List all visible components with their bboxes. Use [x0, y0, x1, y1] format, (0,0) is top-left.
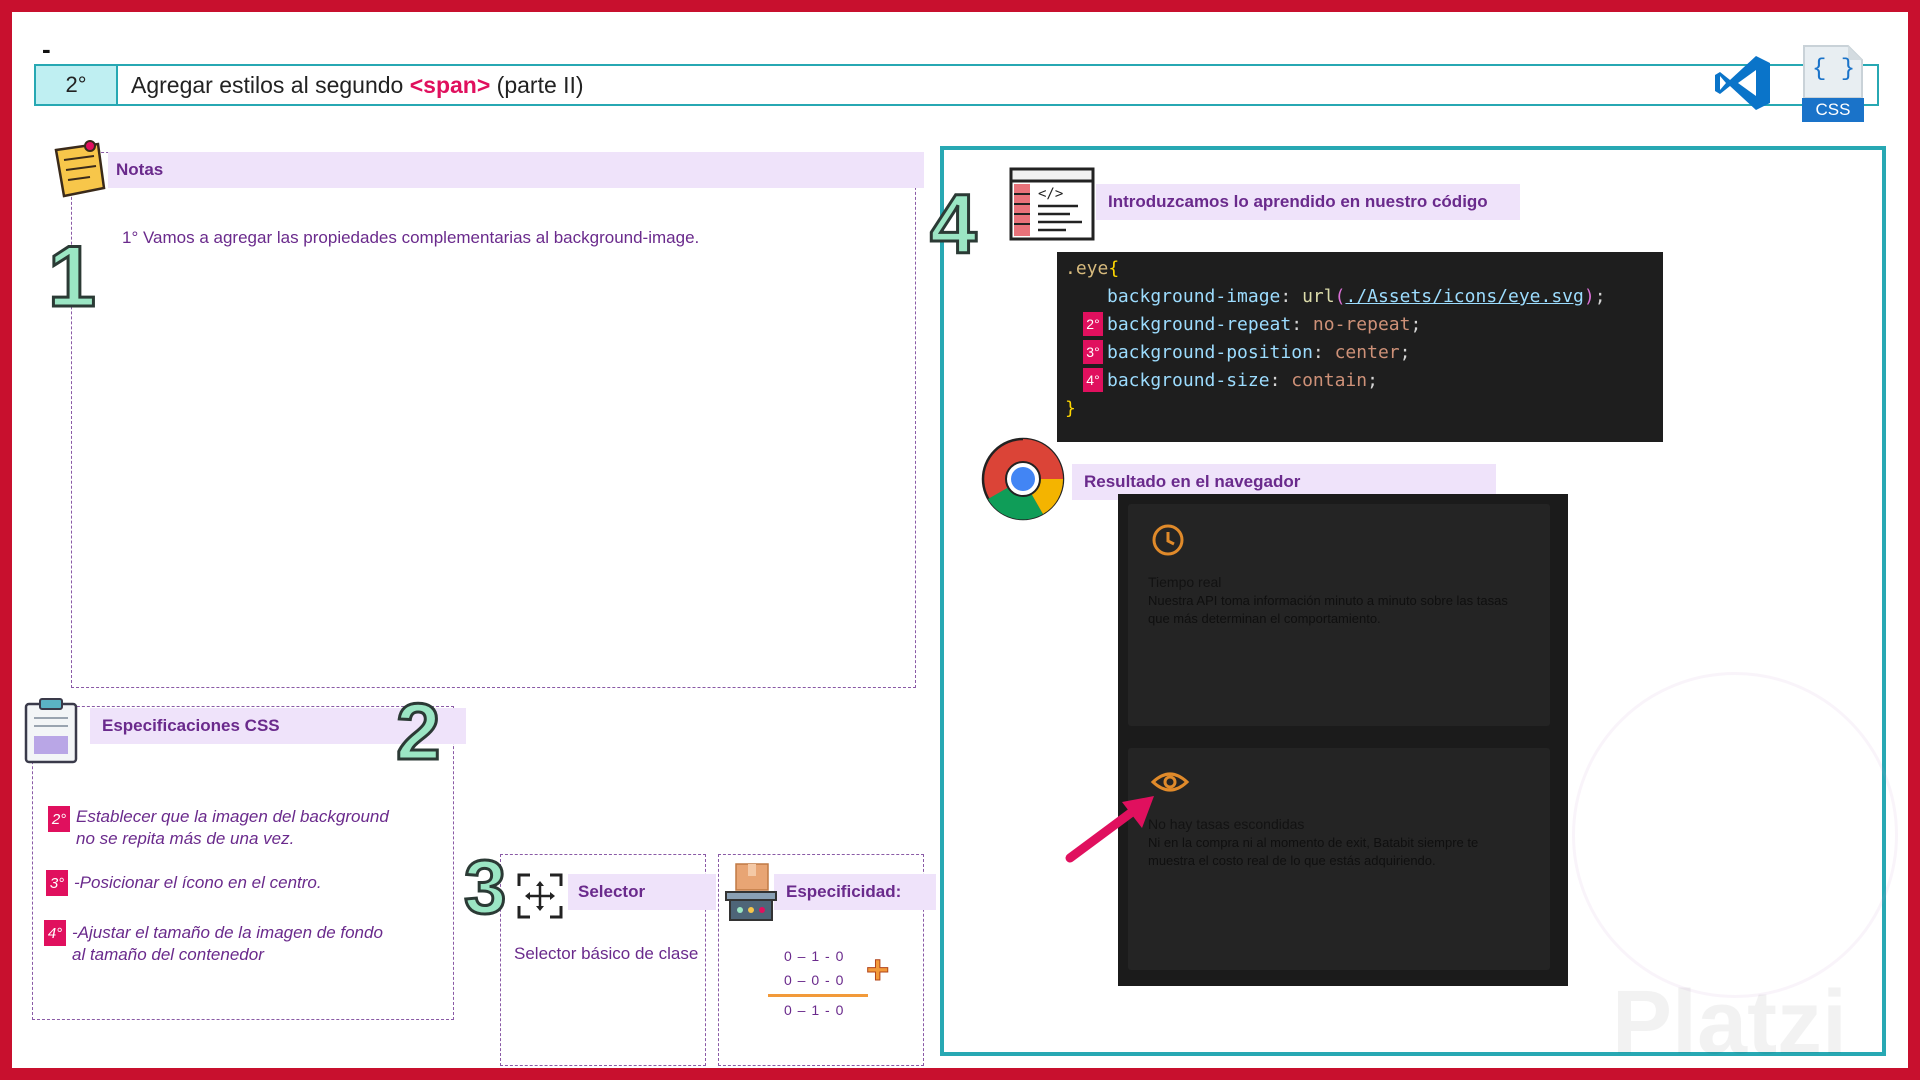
- code-badge-3: 3°: [1083, 340, 1103, 364]
- spec-item-1-line2: no se repita más de una vez.: [76, 829, 295, 848]
- code-prop-3: background-position: [1107, 342, 1313, 363]
- code-val-3: center: [1334, 342, 1400, 363]
- css-braces: { }: [1812, 56, 1856, 83]
- spec-badge-3: 3°: [46, 870, 68, 896]
- code-line-3: background-position: center;: [1107, 342, 1411, 363]
- code-block: .eye{ background-image: url(./Assets/ico…: [1057, 252, 1663, 442]
- code-header: Introduzcamos lo aprendido en nuestro có…: [1096, 184, 1520, 220]
- title-suffix: (parte II): [490, 72, 584, 98]
- watermark-circle: [1572, 672, 1898, 998]
- slide-title: Agregar estilos al segundo <span> (parte…: [131, 66, 584, 104]
- specificity-row-2: 0 – 0 - 0: [784, 972, 845, 988]
- step-number: 2°: [36, 66, 118, 104]
- title-tag: <span>: [409, 72, 491, 98]
- platzi-watermark: Platzi: [1612, 973, 1848, 1068]
- chrome-icon: [981, 437, 1065, 521]
- specificity-sum-line: [768, 994, 868, 997]
- specs-header-label: Especificaciones CSS: [102, 716, 280, 735]
- card-1-text: Nuestra API toma información minuto a mi…: [1148, 593, 1508, 626]
- scale-icon: [725, 863, 777, 921]
- step-number-1: 1: [47, 229, 98, 325]
- arrow-icon: [1065, 796, 1154, 863]
- title-bar: 2° Agregar estilos al segundo <span> (pa…: [34, 64, 1879, 106]
- browser-result: Tiempo real Nuestra API toma información…: [1118, 494, 1568, 986]
- spec-item-2-line1: -Posicionar el ícono en el centro.: [74, 873, 322, 892]
- clock-icon: [1152, 524, 1184, 556]
- code-fn-url: url: [1302, 286, 1335, 307]
- card-2-title: No hay tasas escondidas: [1148, 816, 1305, 832]
- code-line-selector: .eye{: [1065, 258, 1119, 279]
- selector-text: Selector básico de clase: [514, 944, 699, 963]
- slide-canvas: - 2° Agregar estilos al segundo <span> (…: [12, 12, 1908, 1068]
- notes-header-label: Notas: [116, 160, 164, 179]
- selector-move-icon: [517, 873, 563, 919]
- spec-item-3-line2: al tamaño del contenedor: [72, 945, 264, 964]
- specificity-header: Especificidad:: [774, 874, 936, 910]
- code-prop-4: background-size: [1107, 370, 1270, 391]
- card-1-title: Tiempo real: [1148, 574, 1222, 590]
- code-prop-1: background-image: [1107, 286, 1281, 307]
- spec-item-3-line1: -Ajustar el tamaño de la imagen de fondo: [72, 923, 383, 942]
- css-file-icon: { } CSS: [1802, 44, 1864, 124]
- step-number-2: 2: [395, 687, 442, 776]
- feature-card-2: No hay tasas escondidas Ni en la compra …: [1128, 748, 1550, 970]
- code-prop-2: background-repeat: [1107, 314, 1292, 335]
- vscode-icon: [1715, 56, 1770, 110]
- code-badge-2: 2°: [1083, 312, 1103, 336]
- code-selector: .eye: [1065, 258, 1109, 279]
- result-header-label: Resultado en el navegador: [1084, 472, 1301, 491]
- css-file-label: CSS: [1802, 98, 1864, 122]
- code-val-4: contain: [1291, 370, 1368, 391]
- step-number-4: 4: [929, 177, 979, 271]
- spec-badge-2: 2°: [48, 806, 70, 832]
- notes-header: Notas: [108, 152, 924, 188]
- specificity-row-3: 0 – 1 - 0: [784, 1002, 845, 1018]
- card-2-text: Ni en la compra ni al momento de exit, B…: [1148, 835, 1479, 868]
- selector-header-label: Selector: [578, 882, 646, 901]
- clipboard-icon: [24, 698, 78, 764]
- spec-item-2: -Posicionar el ícono en el centro.: [74, 872, 322, 894]
- code-badge-4: 4°: [1083, 368, 1103, 392]
- code-header-label: Introduzcamos lo aprendido en nuestro có…: [1108, 192, 1488, 211]
- specificity-row-1: 0 – 1 - 0: [784, 948, 845, 964]
- title-prefix: Agregar estilos al segundo: [131, 72, 410, 98]
- spec-item-1: Establecer que la imagen del background n…: [76, 806, 389, 850]
- code-val-2: no-repeat: [1312, 314, 1411, 335]
- selector-header: Selector: [568, 874, 716, 910]
- specs-panel: [32, 706, 454, 1020]
- code-line-2: background-repeat: no-repeat;: [1107, 314, 1422, 335]
- spec-item-1-line1: Establecer que la imagen del background: [76, 807, 389, 826]
- dash-mark: -: [42, 34, 51, 64]
- code-line-4: background-size: contain;: [1107, 370, 1378, 391]
- spec-badge-4: 4°: [44, 920, 66, 946]
- svg-text:</>: </>: [1038, 186, 1063, 202]
- code-line-close: }: [1065, 398, 1076, 419]
- plus-icon: +: [865, 948, 890, 993]
- spec-item-3: -Ajustar el tamaño de la imagen de fondo…: [72, 922, 383, 966]
- step-number-3: 3: [462, 845, 507, 930]
- code-window-icon: </>: [1009, 167, 1095, 241]
- code-open-brace: {: [1108, 258, 1120, 279]
- code-url: ./Assets/icons/eye.svg: [1345, 286, 1584, 307]
- code-close-brace: }: [1065, 398, 1076, 419]
- specificity-header-label: Especificidad:: [786, 882, 902, 901]
- notes-line-1: 1° Vamos a agregar las propiedades compl…: [122, 228, 700, 247]
- code-line-1: background-image: url(./Assets/icons/eye…: [1107, 286, 1606, 307]
- feature-card-1: Tiempo real Nuestra API toma información…: [1128, 504, 1550, 726]
- sticky-note-icon: [54, 140, 106, 198]
